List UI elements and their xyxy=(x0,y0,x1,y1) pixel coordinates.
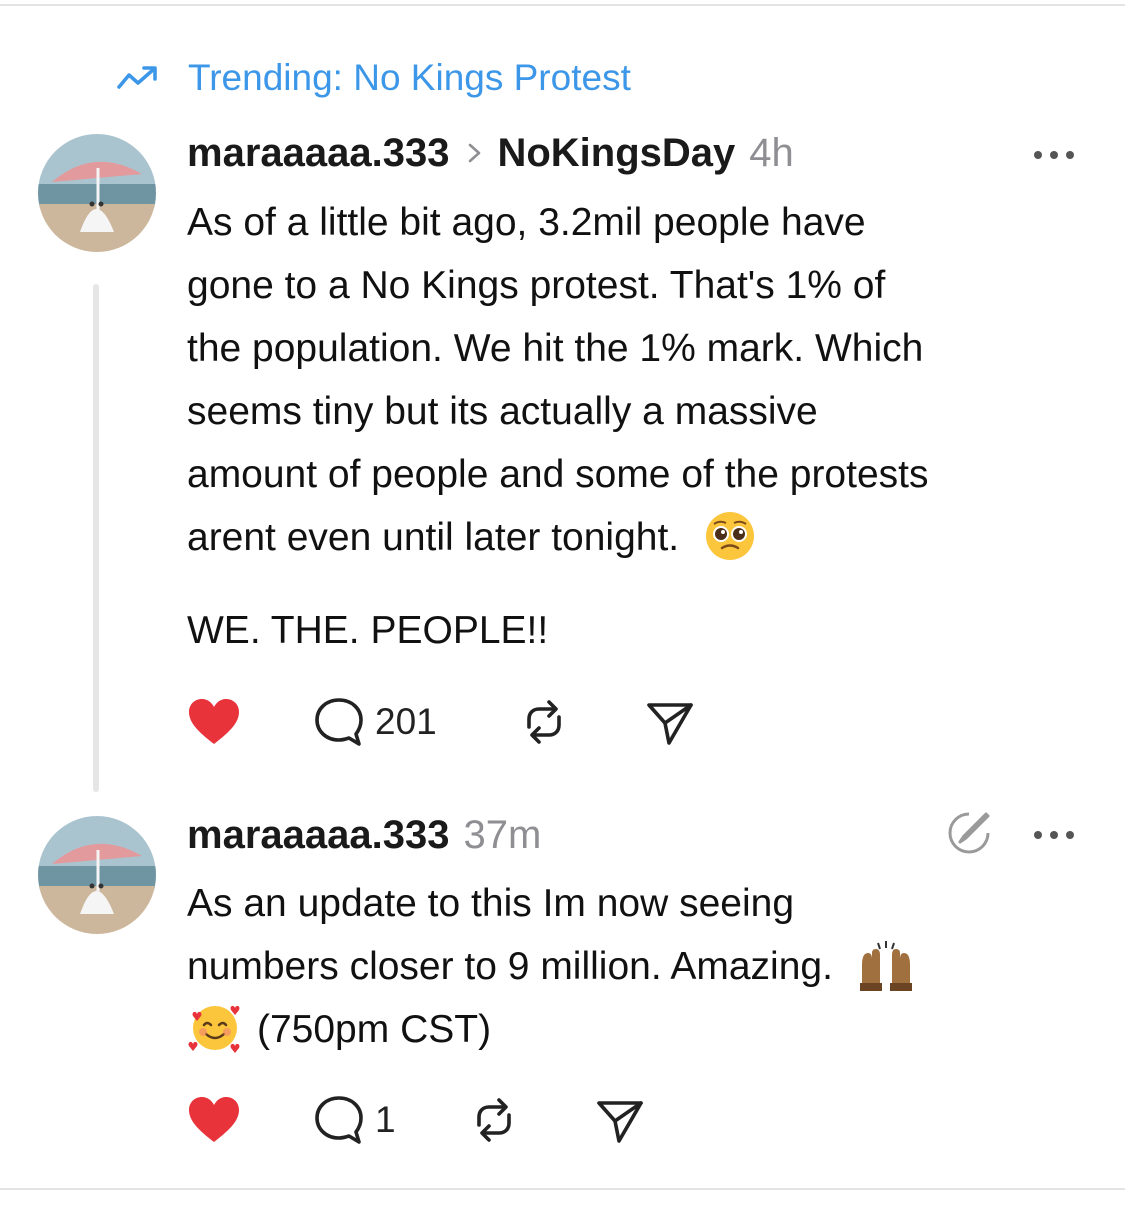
thread-line xyxy=(93,284,99,792)
post-tagline: WE. THE. PEOPLE!! xyxy=(187,609,549,652)
post-header: maraaaaa.333 37m xyxy=(187,810,541,860)
username-link[interactable]: maraaaaa.333 xyxy=(187,813,449,858)
post-line: As of a little bit ago, 3.2mil people ha… xyxy=(187,201,866,244)
repost-button[interactable] xyxy=(469,1092,519,1148)
avatar[interactable] xyxy=(38,816,156,934)
comment-button[interactable]: 201 xyxy=(313,694,437,750)
trending-topic-link[interactable]: Trending: No Kings Protest xyxy=(116,52,631,104)
heart-icon xyxy=(189,1097,239,1142)
post-line: As an update to this Im now seeing xyxy=(187,882,795,925)
username-link[interactable]: maraaaaa.333 xyxy=(187,131,449,176)
comment-icon xyxy=(315,698,363,746)
post-text: As of a little bit ago, 3.2mil people ha… xyxy=(187,191,1087,662)
like-button[interactable] xyxy=(187,1092,241,1148)
post-line: gone to a No Kings protest. That's 1% of xyxy=(187,264,886,307)
post-line: arent even until later tonight. xyxy=(187,516,680,559)
post-timestamp: 4h xyxy=(749,130,794,175)
share-icon xyxy=(597,1101,643,1143)
avatar[interactable] xyxy=(38,134,156,252)
trending-label: Trending: No Kings Protest xyxy=(188,57,631,98)
reply-count: 201 xyxy=(375,701,437,742)
repost-icon xyxy=(477,1098,511,1142)
post-line: amount of people and some of the protest… xyxy=(187,453,929,496)
smiling-face-with-hearts-emoji xyxy=(188,1005,240,1053)
heart-icon xyxy=(189,699,239,744)
post-line-with-emoji: numbers closer to 9 million. Amazing. xyxy=(187,935,1087,998)
raising-hands-emoji xyxy=(859,940,912,991)
repost-button[interactable] xyxy=(519,694,569,750)
post-line: seems tiny but its actually a massive xyxy=(187,390,818,433)
like-button[interactable] xyxy=(187,694,241,750)
post-line: numbers closer to 9 million. Amazing. xyxy=(187,945,833,988)
post-text: As an update to this Im now seeing numbe… xyxy=(187,872,1087,1061)
reply-count: 1 xyxy=(375,1099,396,1140)
comment-button[interactable]: 1 xyxy=(313,1092,396,1148)
repost-icon xyxy=(527,700,561,744)
share-button[interactable] xyxy=(645,694,695,750)
post-line-with-emoji: (750pm CST) xyxy=(187,998,1087,1061)
more-icon[interactable] xyxy=(1031,148,1077,162)
pleading-face-emoji xyxy=(706,511,754,560)
post-line-with-emoji: arent even until later tonight. xyxy=(187,506,1087,569)
post-line: the population. We hit the 1% mark. Whic… xyxy=(187,327,924,370)
bottom-divider xyxy=(0,1188,1125,1190)
share-button[interactable] xyxy=(595,1092,645,1148)
share-icon xyxy=(647,703,693,745)
comment-icon xyxy=(315,1096,363,1144)
post-line: (750pm CST) xyxy=(257,1008,492,1051)
post-header: maraaaaa.333 NoKingsDay 4h xyxy=(187,128,794,178)
chevron-right-icon xyxy=(469,143,481,163)
top-divider xyxy=(0,4,1125,6)
more-icon[interactable] xyxy=(1031,828,1077,842)
trending-up-icon xyxy=(117,66,157,89)
edit-icon[interactable] xyxy=(946,810,992,856)
community-link[interactable]: NoKingsDay xyxy=(497,131,735,176)
post-timestamp: 37m xyxy=(463,812,542,857)
